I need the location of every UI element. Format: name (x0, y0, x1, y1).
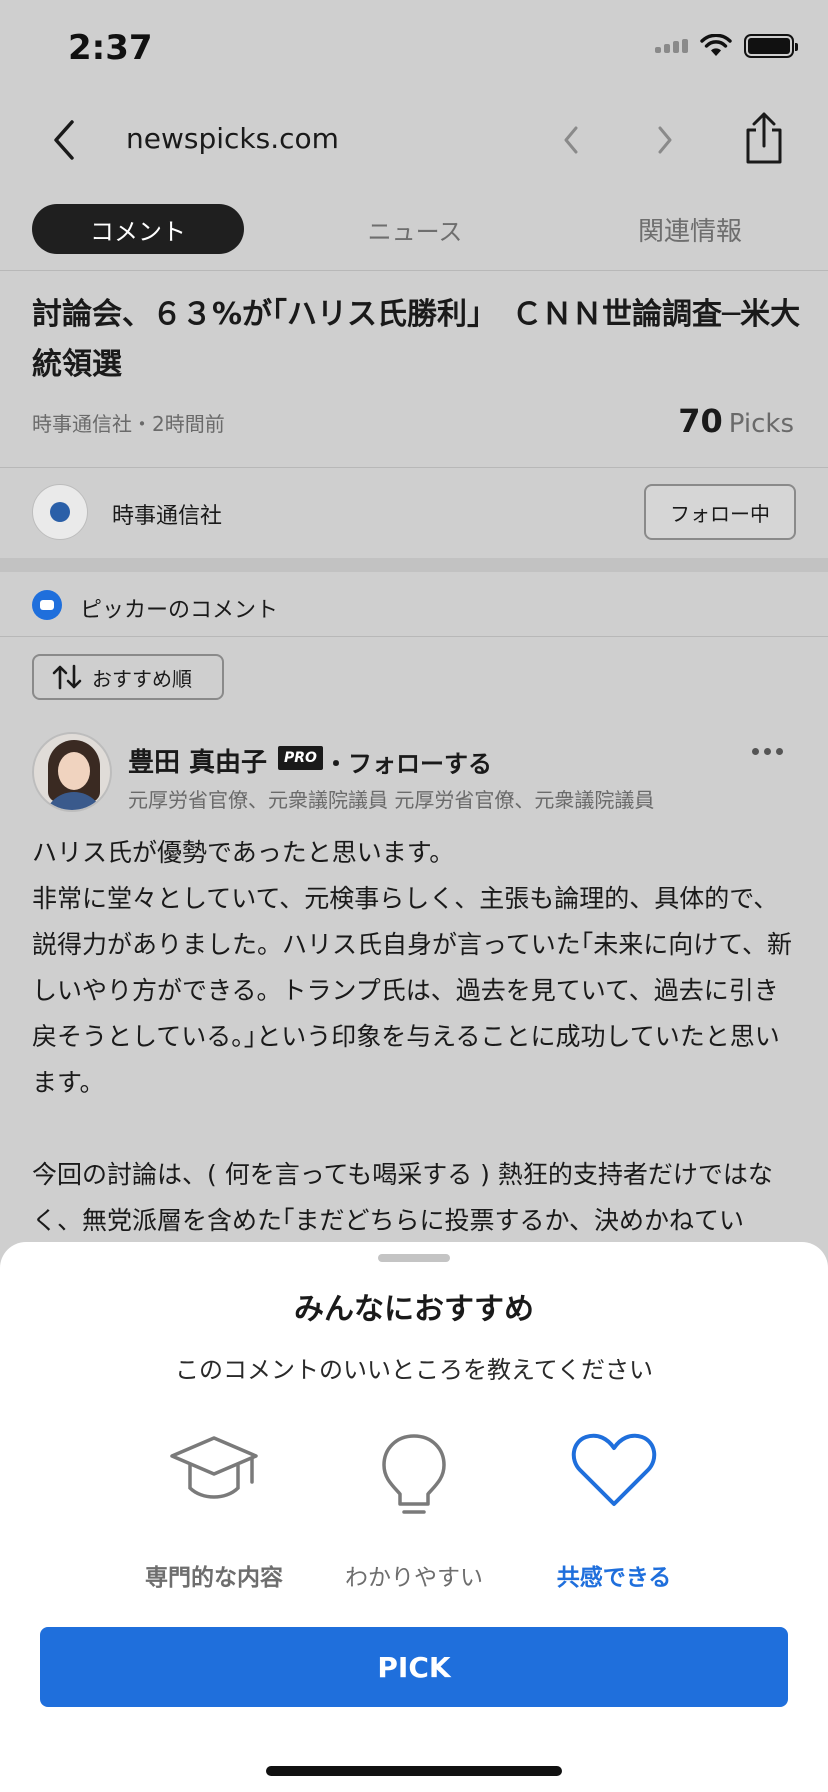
publisher-name[interactable]: 時事通信社 (112, 498, 222, 530)
sort-arrows-icon (52, 664, 82, 690)
section-separator (0, 558, 828, 572)
divider (0, 636, 828, 637)
option-easy-to-understand[interactable]: わかりやすい (314, 1432, 514, 1592)
option-expert-content[interactable]: 専門的な内容 (114, 1432, 314, 1592)
tab-bar: コメント ニュース 関連情報 (0, 200, 828, 270)
avatar[interactable] (32, 732, 112, 812)
picks-label: Picks (728, 409, 794, 439)
tab-comments[interactable]: コメント (32, 204, 244, 254)
back-arrow-icon[interactable] (42, 112, 90, 168)
comment-paragraph: 今回の討論は、( 何を言っても喝采する ) 熱狂的支持者だけではなく、無党派層を… (32, 1160, 773, 1235)
publisher-logo[interactable] (32, 484, 88, 540)
wifi-icon (700, 34, 732, 56)
picker-comments-label: ピッカーのコメント (80, 598, 279, 623)
home-indicator (266, 1766, 562, 1776)
sort-button[interactable]: おすすめ順 (32, 654, 224, 700)
commenter-title: 元厚労省官僚、元衆議院議員 元厚労省官僚、元衆議院議員 (128, 788, 655, 812)
divider (0, 270, 828, 271)
status-icons (655, 34, 798, 58)
sort-label: おすすめ順 (92, 666, 192, 691)
comment-paragraph: ハリス氏が優勢であったと思います。 非常に堂々としていて、元検事らしく、主張も論… (32, 838, 793, 1097)
tab-related-info[interactable]: 関連情報 (600, 204, 780, 254)
lightbulb-icon (382, 1434, 446, 1514)
sheet-subtitle: このコメントのいいところを教えてください (174, 1356, 654, 1384)
battery-icon (744, 34, 798, 58)
option-empathize[interactable]: 共感できる (514, 1432, 714, 1592)
comment-body[interactable]: ハリス氏が優勢であったと思います。 非常に堂々としていて、元検事らしく、主張も論… (32, 830, 802, 1244)
picks-count: 70 (678, 402, 723, 440)
chevron-right-icon[interactable] (648, 120, 680, 160)
sheet-title: みんなにおすすめ (294, 1292, 534, 1327)
publisher-row: 時事通信社 フォロー中 (0, 468, 828, 558)
sheet-drag-handle[interactable] (378, 1254, 450, 1262)
comment-bubble-icon (32, 590, 62, 620)
heart-icon (571, 1433, 657, 1506)
share-icon[interactable] (742, 110, 786, 166)
more-options-icon[interactable] (752, 748, 783, 755)
article-title[interactable]: 討論会、６３%が｢ハリス氏勝利｣ ＣＮＮ世論調査─米大統領選 (32, 290, 802, 390)
cellular-signal-icon (655, 39, 688, 53)
pick-button[interactable]: PICK (40, 1627, 788, 1707)
commenter-name[interactable]: 豊田 真由子 (128, 742, 267, 779)
option-label: 共感できる (556, 1565, 672, 1591)
browser-nav-bar: newspicks.com (0, 96, 828, 186)
follow-link[interactable]: ・フォローする (324, 744, 492, 779)
status-bar: 2:37 (0, 0, 828, 96)
recommend-bottom-sheet: みんなにおすすめ このコメントのいいところを教えてください 専門的な内容 わかり… (0, 1242, 828, 1792)
graduation-cap-icon (170, 1436, 258, 1499)
picks-counter: 70 Picks (678, 402, 794, 440)
chevron-left-icon[interactable] (556, 120, 588, 160)
picker-comments-header: ピッカーのコメント (0, 572, 828, 636)
option-label: 専門的な内容 (145, 1565, 283, 1591)
url-text[interactable]: newspicks.com (126, 122, 339, 155)
page: 2:37 newspicks.com コメント ニュース 関連情報 討論会、６３… (0, 0, 828, 1792)
option-label: わかりやすい (345, 1565, 483, 1591)
status-time: 2:37 (68, 28, 153, 68)
pro-badge: PRO (278, 746, 323, 770)
following-button[interactable]: フォロー中 (644, 484, 796, 540)
tab-news[interactable]: ニュース (330, 204, 500, 254)
article-source-time: 時事通信社・2時間前 (32, 412, 225, 436)
